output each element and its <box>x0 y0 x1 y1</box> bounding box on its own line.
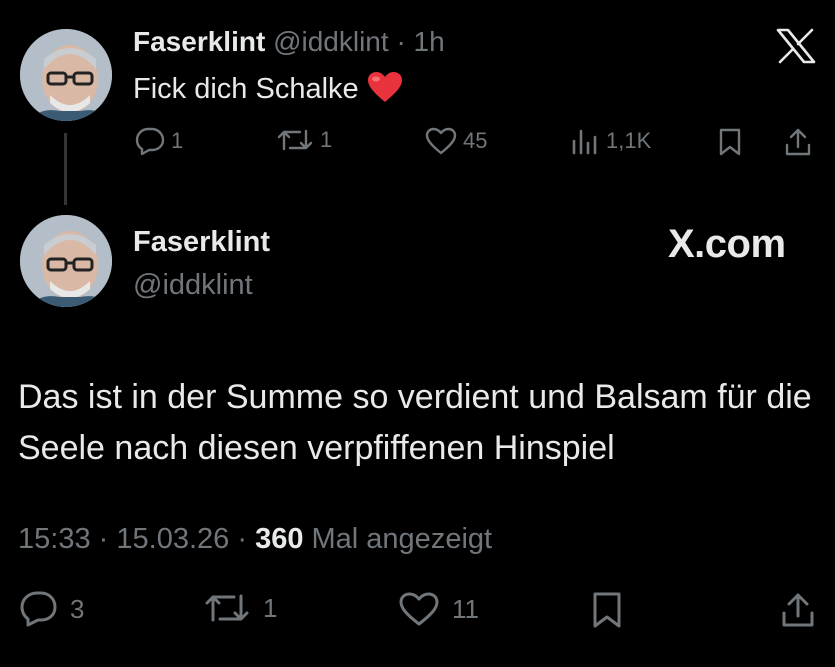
handle[interactable]: @iddklint <box>133 269 253 302</box>
display-name[interactable]: Faserklint <box>133 226 270 259</box>
repost-icon <box>277 129 313 151</box>
repost-count: 1 <box>263 592 278 623</box>
share-icon <box>782 593 814 627</box>
avatar-image <box>20 29 112 121</box>
views-count: 360 <box>255 523 304 555</box>
reply-icon <box>20 591 57 627</box>
repost-button[interactable]: 1 <box>203 591 277 625</box>
repost-icon <box>205 594 249 622</box>
reply-icon <box>135 127 165 155</box>
bookmark-icon <box>719 128 741 156</box>
tweet-header: Faserklint @iddklint · 1h <box>133 26 445 58</box>
tweet-meta: 15:33 · 15.03.26 · 360 Mal angezeigt <box>18 523 492 556</box>
timestamp[interactable]: 1h <box>414 26 445 57</box>
reply-button[interactable]: 1 <box>135 127 183 155</box>
reply-button[interactable]: 3 <box>20 591 84 627</box>
views-button[interactable]: 1,1K <box>570 127 651 155</box>
like-button[interactable]: 11 <box>398 591 479 627</box>
share-button[interactable] <box>784 127 812 157</box>
separator: · <box>237 523 247 555</box>
heart-icon <box>425 127 457 155</box>
heart-emoji-icon <box>367 71 403 111</box>
views-count: 1,1K <box>606 128 652 153</box>
share-icon <box>785 128 811 156</box>
separator: · <box>98 523 109 555</box>
views-icon <box>572 129 597 155</box>
like-count: 11 <box>452 593 479 624</box>
bookmark-icon <box>593 592 621 628</box>
views-label: Mal angezeigt <box>311 523 493 555</box>
tweet-time[interactable]: 15:33 <box>18 523 91 555</box>
repost-button[interactable]: 1 <box>276 127 332 153</box>
tweet-text-content: Fick dich Schalke <box>133 73 359 105</box>
display-name[interactable]: Faserklint <box>133 26 265 57</box>
heart-icon <box>399 592 439 626</box>
avatar-image <box>20 215 112 307</box>
share-button[interactable] <box>780 591 816 629</box>
handle[interactable]: @iddklint <box>273 26 389 57</box>
avatar[interactable] <box>20 215 112 307</box>
bookmark-button[interactable] <box>590 591 624 629</box>
like-button[interactable]: 45 <box>425 127 487 155</box>
tweet-text: Fick dich Schalke <box>133 71 403 111</box>
reply-count: 3 <box>70 593 85 624</box>
reply-count: 1 <box>171 128 184 153</box>
repost-count: 1 <box>320 127 333 152</box>
x-logo-icon[interactable] <box>776 28 816 64</box>
x-com-brand: X.com <box>668 222 786 266</box>
avatar[interactable] <box>20 29 112 121</box>
bookmark-button[interactable] <box>717 127 743 157</box>
tweet-body: Das ist in der Summe so verdient und Bal… <box>18 378 812 467</box>
thread-connector <box>64 133 67 205</box>
like-count: 45 <box>463 128 488 153</box>
tweet-date[interactable]: 15.03.26 <box>116 523 229 555</box>
separator: · <box>396 26 406 57</box>
